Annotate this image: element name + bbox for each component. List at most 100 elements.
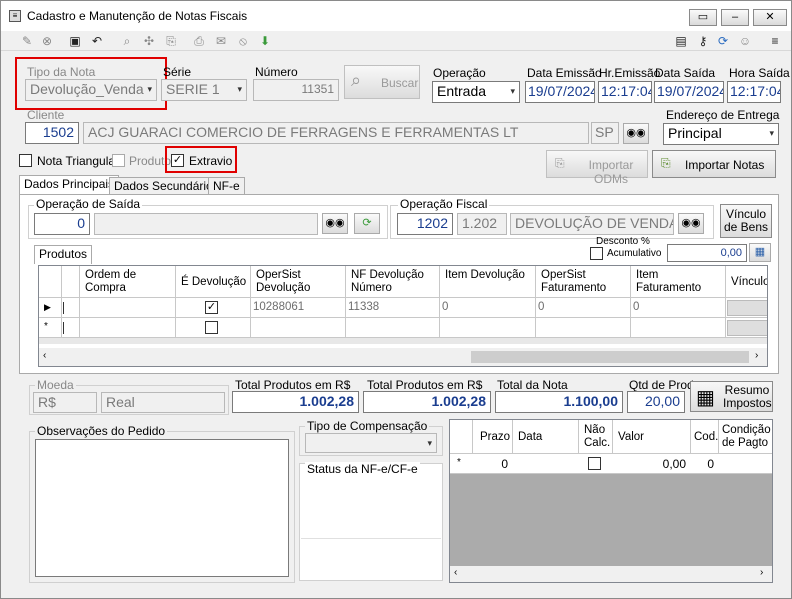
numero-field[interactable]: 11351 — [253, 79, 339, 101]
tipo-comp-select[interactable]: ▾ — [305, 433, 437, 453]
importar-notas-button[interactable]: ⎘ Importar Notas — [652, 150, 776, 178]
qtd-prod-label: Qtd de Prod. — [629, 378, 698, 392]
binoculars-icon: ◉◉ — [325, 217, 345, 229]
undo-icon[interactable]: ↶ — [89, 33, 105, 49]
cancel-icon[interactable]: ⊗ — [39, 33, 55, 49]
operacao-select[interactable]: Entrada ▾ — [432, 81, 520, 103]
tab-nfe[interactable]: NF-e — [208, 177, 245, 195]
minimize-button[interactable]: – — [721, 9, 749, 26]
vinculo-cell-button[interactable] — [727, 300, 767, 316]
block-icon[interactable]: ⦸ — [235, 33, 251, 49]
e-devolucao-checkbox[interactable]: ✓ — [205, 301, 218, 314]
col-opersist-devolucao[interactable]: OperSist Devolução — [256, 269, 336, 295]
vinculo-bens-button[interactable]: Vínculo de Bens — [720, 204, 772, 238]
col-nf-devolucao[interactable]: NF Devolução Número — [351, 269, 431, 295]
col-prazo[interactable]: Prazo — [480, 431, 510, 444]
op-saida-lookup-button[interactable]: ◉◉ — [322, 213, 348, 234]
menu-icon[interactable]: ≡ — [767, 33, 783, 49]
tab-dados-secundarios[interactable]: Dados Secundários — [109, 177, 224, 195]
scroll-right-icon[interactable]: › — [755, 350, 758, 361]
col-ordem-compra[interactable]: Ordem de Compra — [85, 269, 171, 295]
user-icon[interactable]: ☺ — [737, 33, 753, 49]
serie-select[interactable]: SERIE 1 ▾ — [161, 79, 247, 101]
col-e-devolucao[interactable]: É Devolução — [181, 276, 246, 289]
print-icon[interactable]: ⎙ — [191, 33, 207, 49]
serie-label: Série — [163, 65, 192, 79]
acumulativo-checkbox[interactable] — [590, 247, 603, 260]
total-produtos-field-2: 1.002,28 — [363, 391, 491, 413]
chevron-down-icon: ▾ — [510, 86, 515, 96]
hora-saida-label: Hora Saída — [729, 66, 790, 80]
scroll-thumb[interactable] — [471, 351, 749, 363]
endereco-select[interactable]: Principal ▾ — [663, 123, 779, 145]
scroll-right-icon[interactable]: › — [760, 567, 763, 578]
parcela-new-row[interactable]: * 0 0,00 0 — [450, 454, 772, 474]
mail-icon[interactable]: ✉ — [213, 33, 229, 49]
col-vinculo[interactable]: Vínculo — [731, 276, 767, 289]
col-data[interactable]: Data — [518, 431, 542, 444]
download-icon[interactable]: ⬇ — [257, 33, 273, 49]
help-window-button[interactable]: ▭ — [689, 9, 717, 26]
chevron-down-icon: ▾ — [427, 438, 432, 448]
nao-calc-checkbox[interactable] — [588, 457, 601, 470]
importar-odms-button[interactable]: ⎘ Importar ODMs — [546, 150, 648, 186]
vinculo-cell-button-new[interactable] — [727, 320, 767, 336]
close-button[interactable]: ✕ — [753, 9, 787, 26]
col-opersist-faturamento[interactable]: OperSist Faturamento — [541, 269, 621, 295]
produtor-checkbox[interactable] — [112, 154, 125, 167]
op-fiscal-label: Operação Fiscal — [398, 197, 490, 211]
table-row-new[interactable]: * — [39, 318, 767, 338]
col-valor[interactable]: Valor — [618, 431, 644, 444]
obs-label: Observações do Pedido — [35, 424, 168, 438]
op-saida-refresh-button[interactable]: ⟳ — [354, 213, 380, 234]
tools-icon[interactable]: ✣ — [141, 33, 157, 49]
hora-saida-field[interactable]: 12:17:04 — [727, 81, 781, 103]
check-icon: ✓ — [206, 301, 217, 313]
tab-produtos[interactable]: Produtos — [34, 245, 93, 264]
op-fiscal-lookup-button[interactable]: ◉◉ — [678, 213, 704, 234]
resumo-impostos-button[interactable]: ▦ Resumo Impostos — [690, 381, 773, 412]
data-emissao-field[interactable]: 19/07/2024 — [525, 81, 595, 103]
col-nao-calc[interactable]: Não Calc. — [584, 424, 612, 450]
col-item-faturamento[interactable]: Item Faturamento — [636, 269, 716, 295]
op-fiscal-desc-field: DEVOLUÇÃO DE VENDA — [510, 213, 674, 235]
save-icon[interactable]: ▣ — [67, 33, 83, 49]
hr-emissao-field[interactable]: 12:17:04 — [598, 81, 652, 103]
attach-icon[interactable]: ⎘ — [163, 33, 179, 49]
parcelas-scrollbar[interactable]: ‹ › — [450, 566, 772, 582]
cell-opersist-dev: 10288061 — [253, 301, 305, 313]
resumo-impostos-label: Resumo Impostos — [723, 383, 772, 410]
col-cod[interactable]: Cod. — [694, 431, 718, 444]
table-row[interactable]: ▶ ✓ 10288061 11338 0 0 0 — [39, 298, 767, 318]
close-icon: ✕ — [765, 11, 775, 23]
buscar-button[interactable]: ⌕ Buscar — [344, 65, 420, 99]
data-saida-field[interactable]: 19/07/2024 — [654, 81, 724, 103]
edit-icon[interactable]: ✎ — [19, 33, 35, 49]
acumulativo-label: Acumulativo — [607, 248, 662, 259]
parcelas-grid: Prazo Data Não Calc. Valor Cod. Condição… — [449, 419, 773, 583]
scroll-left-icon[interactable]: ‹ — [43, 350, 46, 361]
tab-dados-principais[interactable]: Dados Principais — [19, 175, 120, 195]
cliente-lookup-button[interactable]: ◉◉ — [623, 123, 649, 144]
op-fiscal-code-field[interactable]: 1202 — [397, 213, 453, 235]
import-icon: ⎘ — [661, 156, 671, 170]
cliente-code-field[interactable]: 1502 — [25, 122, 79, 144]
tipo-comp-label: Tipo de Compensação — [305, 419, 430, 433]
search-icon[interactable]: ⌕ — [119, 33, 135, 49]
window-list-icon[interactable]: ▤ — [673, 33, 689, 49]
key-icon[interactable]: ⚷ — [695, 33, 711, 49]
cell-opersist-fat: 0 — [538, 301, 545, 313]
calculator-button[interactable]: ▦ — [749, 243, 771, 262]
horizontal-scrollbar[interactable]: ‹ › — [39, 348, 767, 366]
endereco-label: Endereço de Entrega — [666, 108, 780, 122]
col-condicao-pagto[interactable]: Condição de Pagto — [722, 424, 772, 450]
desconto-field[interactable]: 0,00 — [667, 244, 747, 262]
refresh-icon[interactable]: ⟳ — [715, 33, 731, 49]
scroll-left-icon[interactable]: ‹ — [454, 567, 457, 578]
obs-textarea[interactable] — [35, 439, 289, 577]
e-devolucao-checkbox-new[interactable] — [205, 321, 218, 334]
nota-triangular-checkbox[interactable] — [19, 154, 32, 167]
col-item-devolucao[interactable]: Item Devolução — [445, 269, 525, 282]
moeda-name-field: Real — [101, 392, 225, 413]
op-saida-code-field[interactable]: 0 — [34, 213, 90, 235]
